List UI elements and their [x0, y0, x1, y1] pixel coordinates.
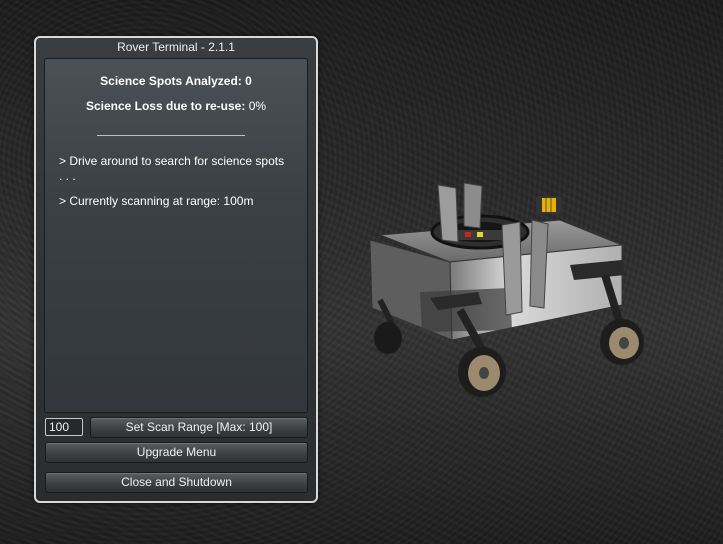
- terminal-output-pane: Science Spots Analyzed: 0 Science Loss d…: [44, 58, 308, 413]
- set-scan-range-button[interactable]: Set Scan Range [Max: 100]: [90, 417, 308, 438]
- window-title: Rover Terminal - 2.1.1: [117, 40, 235, 54]
- divider-line: [97, 135, 245, 136]
- scan-range-input[interactable]: [45, 418, 83, 436]
- science-loss-stat: Science Loss due to re-use: 0%: [45, 99, 307, 113]
- science-loss-label: Science Loss due to re-use:: [85, 99, 246, 113]
- terminal-message: > Currently scanning at range: 100m: [59, 194, 254, 208]
- terminal-message: > Drive around to search for science spo…: [59, 154, 285, 183]
- science-loss-value: 0%: [248, 99, 267, 113]
- rover-terminal-window: Rover Terminal - 2.1.1 Science Spots Ana…: [34, 36, 318, 503]
- science-spots-stat: Science Spots Analyzed: 0: [45, 74, 307, 88]
- rover-vehicle: [369, 182, 644, 397]
- upgrade-menu-button[interactable]: Upgrade Menu: [45, 442, 308, 463]
- science-spots-label: Science Spots Analyzed:: [100, 74, 242, 88]
- science-spots-value: 0: [245, 74, 252, 88]
- close-and-shutdown-button[interactable]: Close and Shutdown: [45, 472, 308, 493]
